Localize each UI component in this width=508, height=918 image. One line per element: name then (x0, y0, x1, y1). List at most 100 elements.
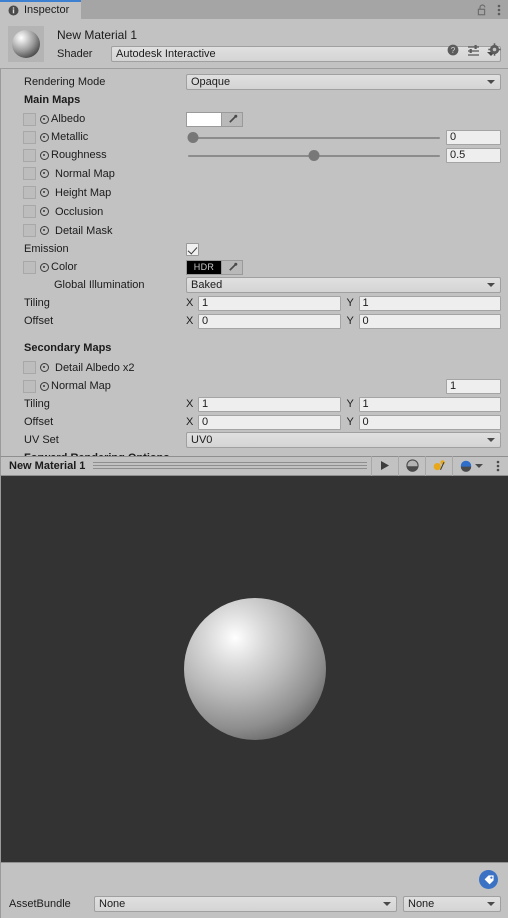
eyedropper-icon[interactable] (222, 111, 243, 127)
assetbundle-dropdown[interactable]: None (94, 896, 397, 912)
albedo-row: Albedo (1, 110, 508, 128)
secondary-tiling-label: Tiling (24, 398, 50, 410)
roughness-texture-slot[interactable] (23, 148, 36, 162)
secondary-tiling-y-field[interactable]: 1 (358, 396, 501, 412)
preview-light-probe-toggle[interactable] (425, 455, 452, 476)
emission-color-swatch[interactable]: HDR (186, 259, 222, 275)
preview-sphere[interactable] (183, 597, 326, 740)
roughness-label: Roughness (51, 149, 107, 161)
main-tiling-y-axis-label: Y (346, 297, 354, 309)
uv-set-dropdown[interactable]: UV0 (186, 432, 501, 448)
secondary-offset-control: X 0 Y 0 (186, 414, 501, 430)
detail-albedo-row: Detail Albedo x2 (1, 358, 508, 377)
rendering-mode-value: Opaque (191, 76, 231, 88)
metallic-row: Metallic 0 (1, 128, 508, 146)
secondary-offset-y-axis-label: Y (346, 416, 354, 428)
global-illumination-dropdown[interactable]: Baked (186, 277, 501, 293)
detail-mask-select-icon[interactable] (40, 226, 49, 235)
shader-dropdown[interactable]: Autodesk Interactive (111, 46, 501, 62)
metallic-slider-knob[interactable] (187, 131, 199, 143)
occlusion-texture-slot[interactable] (23, 205, 36, 218)
metallic-select-icon[interactable] (40, 132, 49, 142)
albedo-texture-slot[interactable] (23, 112, 36, 126)
assetbundle-variant-value: None (408, 898, 435, 910)
albedo-color-swatch[interactable] (186, 111, 222, 127)
main-offset-y-field[interactable]: 0 (358, 313, 501, 329)
height-map-texture-slot[interactable] (23, 186, 36, 199)
emission-color-texture-slot[interactable] (23, 260, 36, 274)
metallic-label-group: Metallic (1, 130, 186, 144)
height-map-row: Height Map (1, 183, 508, 202)
roughness-control: 0.5 (186, 147, 501, 163)
secondary-tiling-x-field[interactable]: 1 (198, 396, 341, 412)
secondary-normal-map-select-icon[interactable] (40, 381, 49, 391)
secondary-normal-map-texture-slot[interactable] (23, 379, 36, 393)
secondary-offset-x-axis-label: X (186, 416, 194, 428)
detail-albedo-select-icon[interactable] (40, 363, 49, 372)
material-header: New Material 1 Shader Autodesk Interacti… (0, 19, 508, 69)
occlusion-select-icon[interactable] (40, 207, 49, 216)
preview-header[interactable]: New Material 1 (0, 455, 508, 476)
material-preview-canvas[interactable] (0, 475, 508, 862)
emission-color-select-icon[interactable] (40, 262, 49, 272)
secondary-normal-map-value-field[interactable]: 1 (446, 378, 501, 394)
secondary-offset-row: Offset X 0 Y 0 (1, 413, 508, 431)
kebab-menu-icon[interactable] (497, 3, 501, 17)
main-tiling-x-field[interactable]: 1 (198, 295, 341, 311)
preset-icon[interactable] (467, 44, 480, 56)
gear-icon[interactable] (488, 43, 501, 56)
metallic-texture-slot[interactable] (23, 130, 36, 144)
normal-map-texture-slot[interactable] (23, 167, 36, 180)
albedo-select-icon[interactable] (40, 114, 49, 124)
preview-drag-handle[interactable] (93, 462, 367, 469)
normal-map-select-icon[interactable] (40, 169, 49, 178)
chevron-down-icon (383, 902, 391, 906)
secondary-offset-y-field[interactable]: 0 (358, 414, 501, 430)
rendering-mode-dropdown[interactable]: Opaque (186, 74, 501, 90)
albedo-color-picker[interactable] (186, 111, 243, 127)
emission-checkbox[interactable] (186, 242, 199, 256)
preview-menu-button[interactable] (488, 456, 508, 476)
tab-inspector[interactable]: Inspector (0, 0, 82, 19)
preview-mesh-selector[interactable] (452, 455, 488, 476)
roughness-slider-knob[interactable] (308, 149, 320, 161)
material-header-fields: New Material 1 Shader Autodesk Interacti… (44, 23, 508, 68)
preview-play-button[interactable] (371, 455, 398, 476)
secondary-tiling-row: Tiling X 1 Y 1 (1, 395, 508, 413)
rendering-mode-control: Opaque (186, 74, 501, 90)
secondary-offset-y-value: 0 (362, 416, 369, 428)
roughness-select-icon[interactable] (40, 150, 49, 160)
help-icon[interactable]: ? (447, 44, 459, 56)
secondary-tiling-x-value: 1 (202, 398, 209, 410)
detail-mask-texture-slot[interactable] (23, 224, 36, 237)
eyedropper-icon[interactable] (222, 259, 243, 275)
height-map-select-icon[interactable] (40, 188, 49, 197)
preview-title: New Material 1 (9, 459, 86, 472)
roughness-value-field[interactable]: 0.5 (446, 147, 501, 163)
secondary-tiling-control: X 1 Y 1 (186, 396, 501, 412)
main-offset-x-field[interactable]: 0 (198, 313, 341, 329)
tag-icon[interactable] (479, 870, 498, 889)
global-illumination-row: Global Illumination Baked (1, 276, 508, 294)
padlock-unlocked-icon[interactable] (477, 3, 488, 16)
emission-color-control: HDR (186, 259, 501, 275)
main-offset-y-axis-label: Y (346, 315, 354, 327)
shader-label: Shader (57, 48, 93, 60)
emission-color-picker[interactable]: HDR (186, 259, 243, 275)
global-illumination-control: Baked (186, 277, 501, 293)
secondary-offset-x-field[interactable]: 0 (198, 414, 341, 430)
main-tiling-label: Tiling (24, 297, 50, 309)
assetbundle-value: None (99, 898, 126, 910)
metallic-slider[interactable] (187, 131, 440, 144)
metallic-value-field[interactable]: 0 (446, 129, 501, 145)
uv-set-control: UV0 (186, 432, 501, 448)
main-offset-control: X 0 Y 0 (186, 313, 501, 329)
main-tiling-row: Tiling X 1 Y 1 (1, 294, 508, 312)
secondary-offset-x-value: 0 (202, 416, 209, 428)
preview-lighting-toggle[interactable] (398, 455, 425, 476)
roughness-slider[interactable] (188, 149, 440, 162)
main-tiling-y-field[interactable]: 1 (358, 295, 501, 311)
chevron-down-icon (474, 463, 483, 468)
assetbundle-variant-dropdown[interactable]: None (403, 896, 501, 912)
detail-albedo-texture-slot[interactable] (23, 361, 36, 374)
